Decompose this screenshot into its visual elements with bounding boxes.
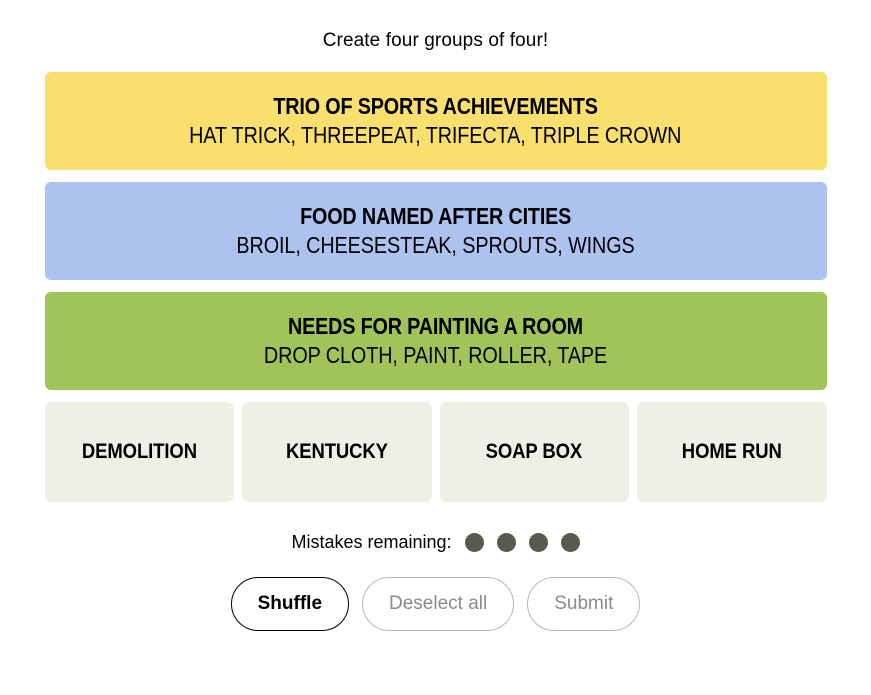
mistakes-dots: [464, 533, 580, 552]
solved-group-members: HAT TRICK, THREEPEAT, TRIFECTA, TRIPLE C…: [189, 122, 682, 148]
word-tile-label: KENTUCKY: [285, 440, 388, 463]
word-tile-demolition[interactable]: DEMOLITION: [44, 402, 234, 502]
mistake-dot: [560, 533, 580, 552]
solved-group-title: TRIO OF SPORTS ACHIEVEMENTS: [273, 93, 598, 119]
word-tile-label: DEMOLITION: [81, 440, 197, 463]
shuffle-button-label: Shuffle: [257, 593, 323, 614]
word-tile-soap-box[interactable]: SOAP BOX: [439, 402, 629, 502]
word-tiles-row: DEMOLITION KENTUCKY SOAP BOX HOME RUN: [44, 402, 827, 502]
page-title: Create four groups of four!: [322, 30, 549, 51]
game-board: TRIO OF SPORTS ACHIEVEMENTS HAT TRICK, T…: [44, 52, 827, 631]
solved-group-members: BROIL, CHEESESTEAK, SPROUTS, WINGS: [236, 232, 635, 258]
mistakes-remaining-label: Mistakes remaining:: [291, 532, 452, 552]
solved-group-row: TRIO OF SPORTS ACHIEVEMENTS HAT TRICK, T…: [44, 72, 827, 170]
mistakes-remaining: Mistakes remaining:: [45, 532, 827, 553]
word-tile-label: SOAP BOX: [485, 440, 583, 463]
solved-group-row: NEEDS FOR PAINTING A ROOM DROP CLOTH, PA…: [44, 292, 827, 390]
solved-group-row: FOOD NAMED AFTER CITIES BROIL, CHEESESTE…: [44, 182, 827, 280]
solved-group-title: FOOD NAMED AFTER CITIES: [299, 203, 572, 229]
shuffle-button[interactable]: Shuffle: [230, 577, 350, 631]
solved-group-title: NEEDS FOR PAINTING A ROOM: [288, 313, 583, 339]
word-tile-home-run[interactable]: HOME RUN: [637, 402, 827, 502]
submit-button[interactable]: Submit: [527, 577, 641, 631]
submit-button-label: Submit: [554, 593, 614, 614]
connections-game: Create four groups of four! TRIO OF SPOR…: [0, 0, 871, 695]
word-tile-label: HOME RUN: [681, 440, 782, 463]
mistake-dot: [464, 533, 484, 552]
mistake-dot: [496, 533, 516, 552]
deselect-all-button-label: Deselect all: [389, 593, 488, 614]
mistake-dot: [528, 533, 548, 552]
action-buttons: Shuffle Deselect all Submit: [45, 577, 827, 631]
solved-group-members: DROP CLOTH, PAINT, ROLLER, TAPE: [263, 342, 608, 368]
deselect-all-button[interactable]: Deselect all: [362, 577, 515, 631]
word-tile-kentucky[interactable]: KENTUCKY: [242, 402, 432, 502]
